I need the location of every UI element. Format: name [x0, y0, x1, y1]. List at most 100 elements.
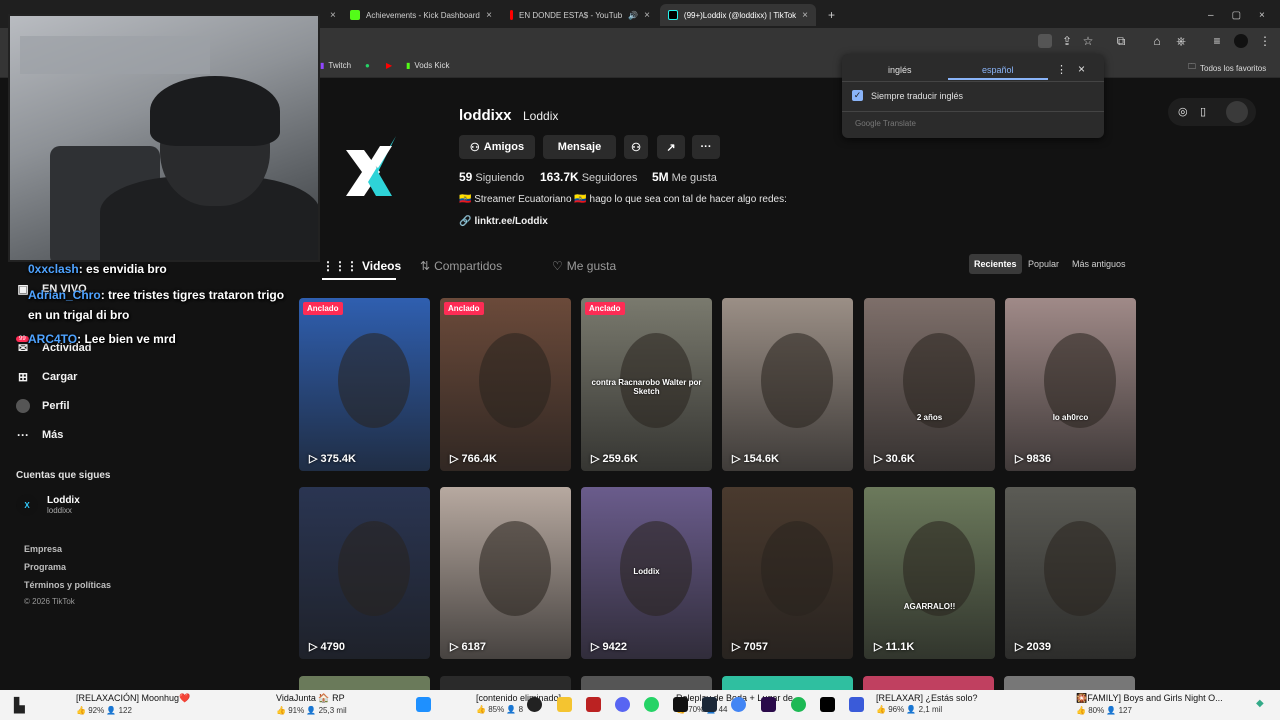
- video-thumbnail[interactable]: Anclado ▷ 766.4K: [440, 298, 571, 471]
- bookmark-vods-kick[interactable]: ▮ Vods Kick: [406, 61, 450, 70]
- tab-title: (99+)Loddix (@loddixx) | TikTok: [683, 10, 797, 20]
- video-thumbnail[interactable]: Anclado contra Racnarobo Walter por Sketc…: [581, 298, 712, 471]
- whatsapp-icon: ●: [365, 61, 370, 70]
- app-icon[interactable]: [586, 697, 601, 712]
- tray-icon[interactable]: ◆: [1256, 698, 1264, 709]
- video-thumbnail[interactable]: ▷ 154.6K: [722, 298, 853, 471]
- chrome-icon[interactable]: [731, 697, 746, 712]
- share-button[interactable]: ↗: [657, 135, 685, 159]
- tab-target-language[interactable]: español: [982, 65, 1014, 75]
- file-explorer-icon[interactable]: [557, 697, 572, 712]
- tab-reposts[interactable]: ⇅ Compartidos: [420, 259, 502, 273]
- translate-icon[interactable]: [1038, 34, 1052, 48]
- speaker-icon[interactable]: 🔊: [628, 11, 638, 20]
- steam-icon[interactable]: [702, 697, 717, 712]
- sidebar-item-profile[interactable]: Perfil: [16, 399, 70, 413]
- thumbnail-subject: [338, 332, 411, 428]
- taskbar-stream-item[interactable]: [RELAXAR] ¿Estás solo? 👍 96% 👤 2,1 mil: [876, 693, 978, 714]
- always-translate-checkbox[interactable]: ✓: [852, 90, 863, 101]
- spotify-icon[interactable]: [791, 697, 806, 712]
- close-icon[interactable]: ×: [802, 10, 808, 21]
- whatsapp-icon[interactable]: [644, 697, 659, 712]
- close-window-icon[interactable]: ×: [1259, 10, 1265, 21]
- video-thumbnail[interactable]: lo ah0rco ▷ 9836: [1005, 298, 1136, 471]
- tab-close-icon[interactable]: ×: [322, 4, 338, 26]
- view-count-value: 9836: [1026, 453, 1051, 465]
- video-thumbnail[interactable]: 2 años ▷ 30.6K: [864, 298, 995, 471]
- stat-followers[interactable]: 163.7K Seguidores: [540, 170, 637, 184]
- profile-avatar-icon[interactable]: [1234, 34, 1248, 48]
- options-icon[interactable]: ⋮: [1056, 63, 1067, 76]
- video-thumbnail[interactable]: Anclado ▷ 375.4K: [299, 298, 430, 471]
- footer-link-program[interactable]: Programa: [24, 562, 66, 572]
- discord-icon[interactable]: [615, 697, 630, 712]
- whatsapp-bookmark[interactable]: ●: [365, 61, 370, 70]
- view-count-value: 11.1K: [885, 641, 915, 653]
- footer-link-company[interactable]: Empresa: [24, 544, 62, 554]
- minimize-icon[interactable]: –: [1208, 10, 1214, 21]
- star-icon[interactable]: ☆: [1081, 34, 1095, 48]
- add-friend-button[interactable]: ⚇: [624, 135, 648, 159]
- tiktok-icon[interactable]: [820, 697, 835, 712]
- more-options-button[interactable]: ···: [692, 135, 720, 159]
- tab-search-icon[interactable]: ≡: [1210, 34, 1224, 48]
- cast-icon[interactable]: ⇪: [1060, 34, 1074, 48]
- play-icon: ▷: [874, 453, 886, 465]
- thumbnail-caption: 2 años: [916, 413, 943, 422]
- tab-liked[interactable]: ♡ Me gusta: [552, 259, 616, 273]
- translate-popup: inglés español ⋮ × ✓ Siempre traducir in…: [842, 54, 1104, 138]
- footer-link-terms[interactable]: Términos y políticas: [24, 580, 111, 590]
- profile-link[interactable]: 🔗 linktr.ee/Loddix: [459, 216, 548, 227]
- taskbar-stream-item[interactable]: VidaJunta 🏠 RP 👍 91% 👤 25,3 mil: [276, 693, 347, 715]
- app-logo-icon[interactable]: ▙: [14, 697, 25, 714]
- video-thumbnail[interactable]: ▷ 7057: [722, 487, 853, 659]
- app-icon[interactable]: [849, 697, 864, 712]
- video-thumbnail[interactable]: ▷ 2039: [1005, 487, 1136, 659]
- viewer-count: 8: [518, 705, 524, 714]
- maximize-icon[interactable]: ▢: [1232, 10, 1241, 21]
- menu-icon[interactable]: ⋮: [1258, 34, 1272, 48]
- video-thumbnail[interactable]: Loddix ▷ 9422: [581, 487, 712, 659]
- extension-icon[interactable]: ⎈: [1174, 34, 1188, 48]
- user-avatar[interactable]: [1226, 101, 1248, 123]
- taskbar-stream-item[interactable]: [RELAXACIÓN] Moonhug❤️ 👍 92% 👤 122: [76, 693, 190, 715]
- play-icon: ▷: [591, 453, 603, 465]
- tab-videos[interactable]: ⋮⋮⋮ Videos: [322, 259, 401, 273]
- sort-oldest[interactable]: Más antiguos: [1067, 254, 1131, 274]
- bookmark-twitch[interactable]: ▮ Twitch: [320, 61, 351, 70]
- all-bookmarks[interactable]: 🗀 Todos los favoritos: [1188, 61, 1266, 75]
- premiere-icon[interactable]: [761, 697, 776, 712]
- windows-start-icon[interactable]: [416, 697, 431, 712]
- tab-source-language[interactable]: inglés: [888, 65, 912, 75]
- sort-popular[interactable]: Popular: [1023, 254, 1064, 274]
- video-thumbnail[interactable]: ▷ 4790: [299, 487, 430, 659]
- video-thumbnail[interactable]: AGARRALO!! ▷ 11.1K: [864, 487, 995, 659]
- stat-following[interactable]: 59 Siguiendo: [459, 170, 524, 184]
- tab-tiktok[interactable]: (99+)Loddix (@loddixx) | TikTok ×: [660, 4, 816, 26]
- rating-value: 91%: [288, 706, 305, 715]
- device-icon[interactable]: ▯: [1200, 105, 1206, 118]
- sidebar-item-more[interactable]: ··· Más: [16, 428, 63, 442]
- app-icon[interactable]: [527, 697, 542, 712]
- youtube-bookmark[interactable]: ▶: [386, 61, 392, 70]
- taskbar-stream-item[interactable]: 🎇FAMILY] Boys and Girls Night O... 👍 80% …: [1076, 693, 1223, 715]
- following-account[interactable]: X Loddix loddixx: [16, 494, 80, 516]
- sort-recent[interactable]: Recientes: [969, 254, 1022, 274]
- taskbar-stream-item[interactable]: [contenido eliminado] 👍 85% 👤 8: [476, 693, 561, 714]
- new-tab-button[interactable]: +: [820, 4, 838, 26]
- sidebar-item-upload[interactable]: ⊞ Cargar: [16, 370, 78, 384]
- message-button[interactable]: Mensaje: [543, 135, 616, 159]
- tab-youtube[interactable]: EN DONDE ESTA$ - YouTub 🔊 ×: [502, 4, 658, 26]
- stream-title: VidaJunta 🏠 RP: [276, 693, 345, 703]
- close-icon[interactable]: ×: [486, 10, 492, 21]
- friends-button[interactable]: ⚇ Amigos: [459, 135, 535, 159]
- extension-icon[interactable]: ⌂: [1150, 34, 1164, 48]
- video-thumbnail[interactable]: ▷ 6187: [440, 487, 571, 659]
- tab-kick-dashboard[interactable]: Achievements - Kick Dashboard ×: [342, 4, 500, 26]
- coins-icon[interactable]: ◎: [1178, 105, 1188, 118]
- close-icon[interactable]: ×: [1078, 62, 1085, 76]
- extensions-icon[interactable]: ⧉: [1114, 34, 1128, 48]
- close-icon[interactable]: ×: [644, 10, 650, 21]
- epic-games-icon[interactable]: [673, 697, 688, 712]
- profile-bio: 🇪🇨 Streamer Ecuatoriano 🇪🇨 hago lo que s…: [459, 194, 787, 205]
